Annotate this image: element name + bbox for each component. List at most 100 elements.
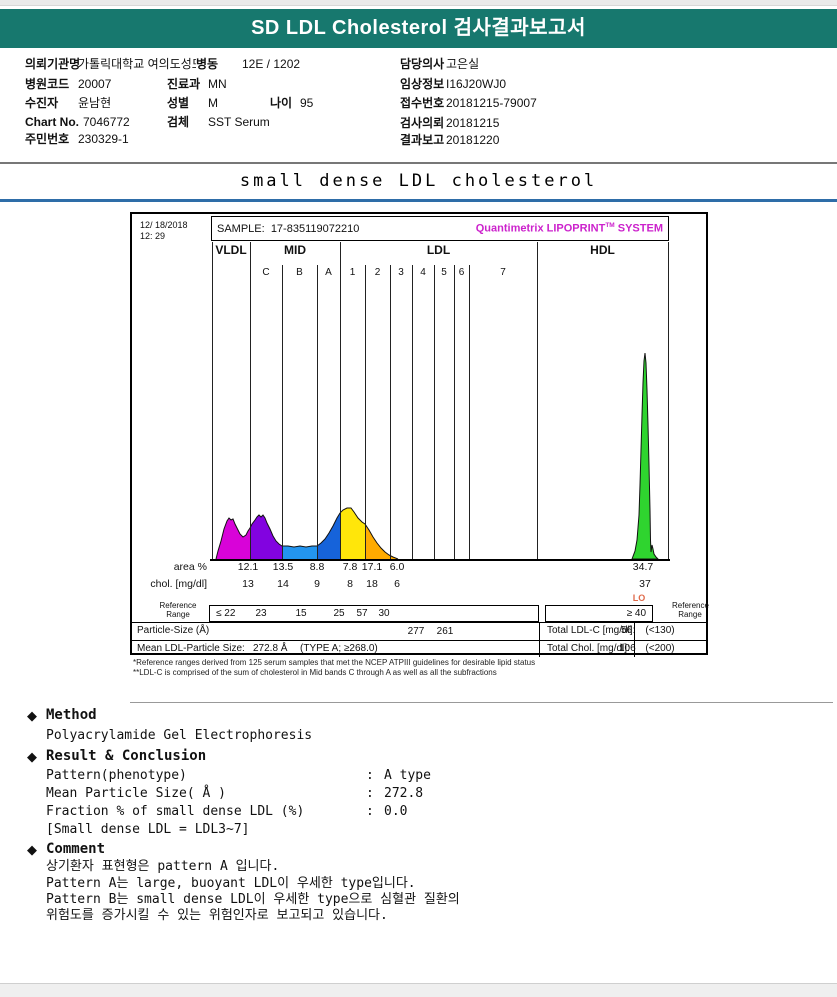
patient-name-label: 수진자 [25, 96, 58, 110]
particle-size-label: Particle-Size (Å) [137, 625, 209, 637]
comment-line: Pattern B는 small dense LDL이 우세한 type으로 심… [46, 892, 460, 907]
chol-vldl: 13 [230, 578, 266, 591]
chart-footnotes: *Reference ranges derived from 125 serum… [133, 658, 535, 677]
brand-tm: TM [605, 222, 614, 229]
method-body: Polyacrylamide Gel Electrophoresis [46, 728, 312, 743]
result-row-value: A type [384, 768, 431, 783]
lipoprint-brand: Quantimetrix LIPOPRINTTM SYSTEM [476, 222, 663, 235]
page-bottom-strip [0, 983, 837, 997]
total-ldl-ref: (<130) [638, 625, 682, 637]
band-label-3: 3 [390, 267, 412, 283]
result-row-label: Mean Particle Size( Å ) [46, 786, 226, 801]
footnote-1: *Reference ranges derived from 125 serum… [133, 658, 535, 668]
result-note: [Small dense LDL = LDL3~7] [46, 822, 250, 837]
chol-row-label: chol. [mg/dl] [146, 578, 207, 591]
group-label-vldl: VLDL [212, 243, 250, 263]
report-page: SD LDL Cholesterol 검사결과보고서 의뢰기관명 가톨릭대학교 … [0, 0, 837, 997]
result-row-colon: : [366, 768, 374, 783]
chart-datetime: 12/ 18/2018 12: 29 [140, 220, 188, 242]
diamond-bullet-icon: ◆ [27, 842, 37, 857]
footnote-2: **LDL-C is comprised of the sum of chole… [133, 668, 535, 678]
method-section-rule [130, 702, 833, 703]
sex-label: 성별 [167, 96, 189, 110]
clinical-info-label: 임상정보 [400, 77, 444, 91]
ref-mid-a: 25 [327, 608, 351, 619]
area-vldl: 12.1 [230, 561, 266, 574]
sample-header: SAMPLE: 17-835119072210 Quantimetrix LIP… [211, 216, 669, 241]
department-value: MN [208, 77, 227, 91]
table-line-2 [132, 640, 706, 641]
ref-label-line2: Range [672, 610, 708, 619]
report-date-label: 결과보고 [400, 133, 444, 147]
hdl-peak [632, 353, 658, 559]
clinical-info-value: I16J20WJ0 [446, 77, 506, 91]
band-label-6: 6 [454, 267, 469, 283]
department-label: 진료과 [167, 77, 200, 91]
mean-particle-note: (TYPE A; ≥268.0) [300, 643, 378, 655]
table-divider-2 [634, 622, 635, 657]
band-label-4: 4 [412, 267, 434, 283]
receipt-no-label: 접수번호 [400, 96, 444, 110]
chart-no-label: Chart No. [25, 115, 79, 129]
particle-size-ldl4: 261 [427, 625, 463, 638]
patient-name-value: 윤남현 [78, 96, 111, 110]
area-row-label: area % [162, 561, 207, 574]
total-ldl-value: 56 [621, 625, 632, 637]
total-chol-label: Total Chol. [mg/dl]: [547, 643, 630, 655]
chol-mid-b: 9 [299, 578, 335, 591]
total-chol-ref: (<200) [638, 643, 682, 655]
band-label-a: A [317, 267, 340, 283]
age-label: 나이 [270, 96, 292, 110]
doctor-label: 담당의사 [400, 57, 444, 71]
grid-line-2-3 [390, 265, 391, 559]
grid-line-hdl-right [668, 242, 669, 559]
mean-particle-value: 272.8 Å [253, 643, 287, 655]
group-label-ldl: LDL [340, 243, 537, 263]
ref-range-label-left: Reference Range [148, 601, 208, 619]
ref-vldl: ≤ 22 [216, 608, 235, 619]
brand-suffix: SYSTEM [615, 223, 663, 235]
result-row-colon: : [366, 804, 374, 819]
grid-line-4-5 [434, 265, 435, 559]
ldl2-tail [365, 524, 398, 559]
ref-ldl2: 30 [372, 608, 396, 619]
comment-line: 위험도를 증가시킬 수 있는 위험인자로 보고되고 있습니다. [46, 908, 388, 923]
resident-no-label: 주민번호 [25, 132, 69, 146]
grid-line-vldl-mid [250, 242, 251, 559]
ref-mid-b: 15 [289, 608, 313, 619]
grid-line-6-7 [469, 265, 470, 559]
report-banner: SD LDL Cholesterol 검사결과보고서 [0, 9, 837, 48]
report-title: SD LDL Cholesterol 검사결과보고서 [251, 17, 586, 39]
area-mid-c: 13.5 [265, 561, 301, 574]
hospital-code-value: 20007 [78, 77, 111, 91]
area-hdl: 34.7 [625, 561, 661, 574]
method-heading: Method [46, 707, 97, 723]
chart-no-value: 7046772 [83, 115, 130, 129]
sex-value: M [208, 96, 218, 110]
ref-range-label-right: Reference Range [672, 601, 708, 619]
ward-label: 병동 [196, 57, 218, 71]
group-label-mid: MID [250, 243, 340, 263]
band-label-c: C [250, 267, 282, 283]
comment-heading: Comment [46, 841, 105, 857]
band-label-7: 7 [469, 267, 537, 283]
lipoprint-chart: 12/ 18/2018 12: 29 SAMPLE: 17-8351190722… [130, 212, 708, 655]
order-date-value: 20181215 [446, 116, 499, 130]
ref-label-line2: Range [148, 610, 208, 619]
result-heading: Result & Conclusion [46, 748, 206, 764]
grid-line-b-a [317, 265, 318, 559]
brand-name: Quantimetrix LIPOPRINT [476, 223, 606, 235]
specimen-label: 검체 [167, 115, 189, 129]
diamond-bullet-icon: ◆ [27, 708, 37, 723]
comment-line: Pattern A는 large, buoyant LDL이 우세한 type입… [46, 876, 416, 891]
chol-mid-c: 14 [265, 578, 301, 591]
section-title: small dense LDL cholesterol [0, 171, 837, 191]
band-label-2: 2 [365, 267, 390, 283]
mid-b-band [282, 546, 317, 559]
result-row-value: 272.8 [384, 786, 423, 801]
area-ldl2: 6.0 [379, 561, 415, 574]
grid-line-1-2 [365, 265, 366, 559]
grid-line-plot-left [212, 242, 213, 559]
grid-line-5-6 [454, 265, 455, 559]
specimen-value: SST Serum [208, 115, 270, 129]
